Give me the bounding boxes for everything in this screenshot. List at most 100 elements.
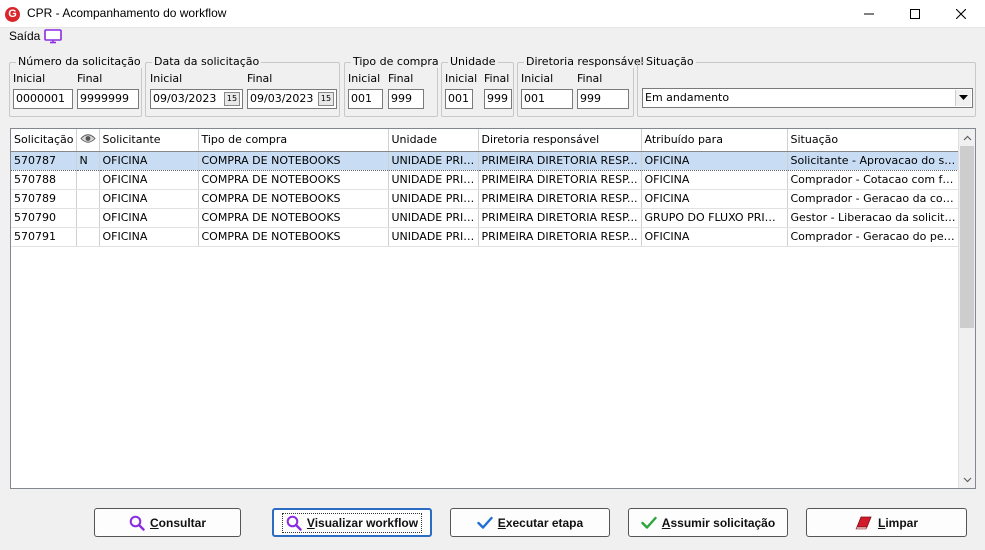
data-final-value: 09/03/2023 [250,92,314,105]
scroll-down-icon[interactable] [959,471,975,488]
table-cell: COMPRA DE NOTEBOOKS [198,170,389,190]
diretoria-final-label: Final [577,72,603,85]
eye-icon [79,134,96,143]
table-row[interactable]: 570789 OFICINA COMPRA DE NOTEBOOKS UNIDA… [11,189,960,209]
unidade-final-input[interactable]: 999 [484,89,512,109]
data-inicial-input[interactable]: 09/03/2023 15 [150,89,243,109]
col-header-solicitacao[interactable]: Solicitação [11,129,77,152]
calendar-icon[interactable]: 15 [224,92,240,106]
group-unidade: Unidade Inicial Final 001 999 [441,55,514,117]
col-header-unidade[interactable]: Unidade [388,129,479,152]
table-cell [76,189,100,209]
table-cell: Solicitante - Aprovacao do solicit... [787,150,960,171]
close-button[interactable] [938,0,984,28]
table-cell: OFICINA [99,189,199,209]
data-final-input[interactable]: 09/03/2023 15 [247,89,337,109]
tipo-inicial-label: Inicial [348,72,381,85]
scroll-up-icon[interactable] [959,129,975,146]
visualizar-workflow-button[interactable]: Visualizar workflow [272,508,432,537]
minimize-button[interactable] [846,0,892,28]
col-header-tipo-compra[interactable]: Tipo de compra [198,129,389,152]
checkmark-icon [641,516,657,529]
diretoria-final-input[interactable]: 999 [577,89,629,109]
table-cell: OFICINA [99,208,199,228]
unidade-inicial-label: Inicial [445,72,478,85]
group-numero: Número da solicitação Inicial Final 0000… [9,55,143,117]
table-cell: N [76,150,100,171]
data-final-label: Final [247,72,273,85]
table-cell: OFICINA [641,150,788,171]
table-cell: PRIMEIRA DIRETORIA RESP... [478,189,642,209]
table-cell: Comprador - Geracao da cotacao [787,189,960,209]
table-cell: 570791 [11,227,77,247]
dropdown-arrow-icon[interactable] [955,90,971,106]
table-cell: OFICINA [641,227,788,247]
table-cell: PRIMEIRA DIRETORIA RESP... [478,208,642,228]
table-cell: 570790 [11,208,77,228]
table-cell: UNIDADE PRIN... [388,170,479,190]
numero-inicial-input[interactable]: 0000001 [13,89,73,109]
data-inicial-value: 09/03/2023 [153,92,217,105]
table-row[interactable]: 570788 OFICINA COMPRA DE NOTEBOOKS UNIDA… [11,170,960,190]
menu-bar: Saída [0,28,985,46]
table-cell: COMPRA DE NOTEBOOKS [198,227,389,247]
tipo-inicial-input[interactable]: 001 [348,89,383,109]
col-header-solicitante[interactable]: Solicitante [99,129,199,152]
numero-final-label: Final [77,72,103,85]
col-header-situacao[interactable]: Situação [787,129,960,152]
col-header-diretoria[interactable]: Diretoria responsável [478,129,642,152]
table-cell: OFICINA [99,170,199,190]
table-cell: PRIMEIRA DIRETORIA RESP... [478,170,642,190]
table-cell: OFICINA [641,170,788,190]
maximize-icon [910,9,920,19]
table-cell: COMPRA DE NOTEBOOKS [198,150,389,171]
numero-inicial-label: Inicial [13,72,46,85]
diretoria-inicial-input[interactable]: 001 [521,89,573,109]
assumir-solicitacao-button[interactable]: Assumir solicitação [628,508,788,537]
diretoria-inicial-label: Inicial [521,72,554,85]
table-cell [76,208,100,228]
group-data: Data da solicitação Inicial Final 09/03/… [145,55,340,117]
table-cell: Gestor - Liberacao da solicitacao ... [787,208,960,228]
workflow-table: Solicitação Solicitante Tipo de compra U… [11,129,960,247]
consultar-button[interactable]: Consultar [94,508,241,537]
situacao-selected-value: Em andamento [645,91,730,104]
workflow-grid[interactable]: Solicitação Solicitante Tipo de compra U… [10,128,976,489]
group-diretoria-title: Diretoria responsável [524,55,646,68]
tipo-final-input[interactable]: 999 [388,89,424,109]
limpar-button[interactable]: Limpar [806,508,967,537]
minimize-icon [864,13,874,15]
scroll-thumb[interactable] [960,146,974,328]
table-cell: Comprador - Geracao do pedido [787,227,960,247]
unidade-inicial-input[interactable]: 001 [445,89,473,109]
table-row[interactable]: 570787 N OFICINA COMPRA DE NOTEBOOKS UNI… [11,150,960,171]
situacao-select[interactable]: Em andamento [642,88,973,108]
table-cell: 570789 [11,189,77,209]
table-cell [76,170,100,190]
unidade-final-label: Final [484,72,510,85]
executar-etapa-button[interactable]: Executar etapa [450,508,610,537]
close-icon [956,9,966,19]
table-cell: OFICINA [99,150,199,171]
calendar-icon[interactable]: 15 [318,92,334,106]
group-unidade-title: Unidade [448,55,498,68]
group-diretoria: Diretoria responsável Inicial Final 001 … [517,55,646,117]
group-situacao: Situação Em andamento [637,55,976,117]
table-cell: Comprador - Cotacao com fornec... [787,170,960,190]
monitor-icon[interactable] [44,29,62,47]
table-row[interactable]: 570791 OFICINA COMPRA DE NOTEBOOKS UNIDA… [11,227,960,247]
vertical-scrollbar[interactable] [958,129,975,488]
numero-final-input[interactable]: 9999999 [77,89,139,109]
table-cell: UNIDADE PRIN... [388,189,479,209]
table-cell: COMPRA DE NOTEBOOKS [198,189,389,209]
group-tipo: Tipo de compra Inicial Final 001 999 [344,55,441,117]
consultar-label: Consultar [149,515,206,530]
col-header-atribuido[interactable]: Atribuído para [641,129,788,152]
visualizar-workflow-label: Visualizar workflow [306,515,419,530]
table-cell: UNIDADE PRIN... [388,227,479,247]
col-header-visualizado[interactable] [76,129,100,152]
table-row[interactable]: 570790 OFICINA COMPRA DE NOTEBOOKS UNIDA… [11,208,960,228]
menu-saida[interactable]: Saída [9,29,40,43]
maximize-button[interactable] [892,0,938,28]
executar-etapa-label: Executar etapa [497,515,584,530]
